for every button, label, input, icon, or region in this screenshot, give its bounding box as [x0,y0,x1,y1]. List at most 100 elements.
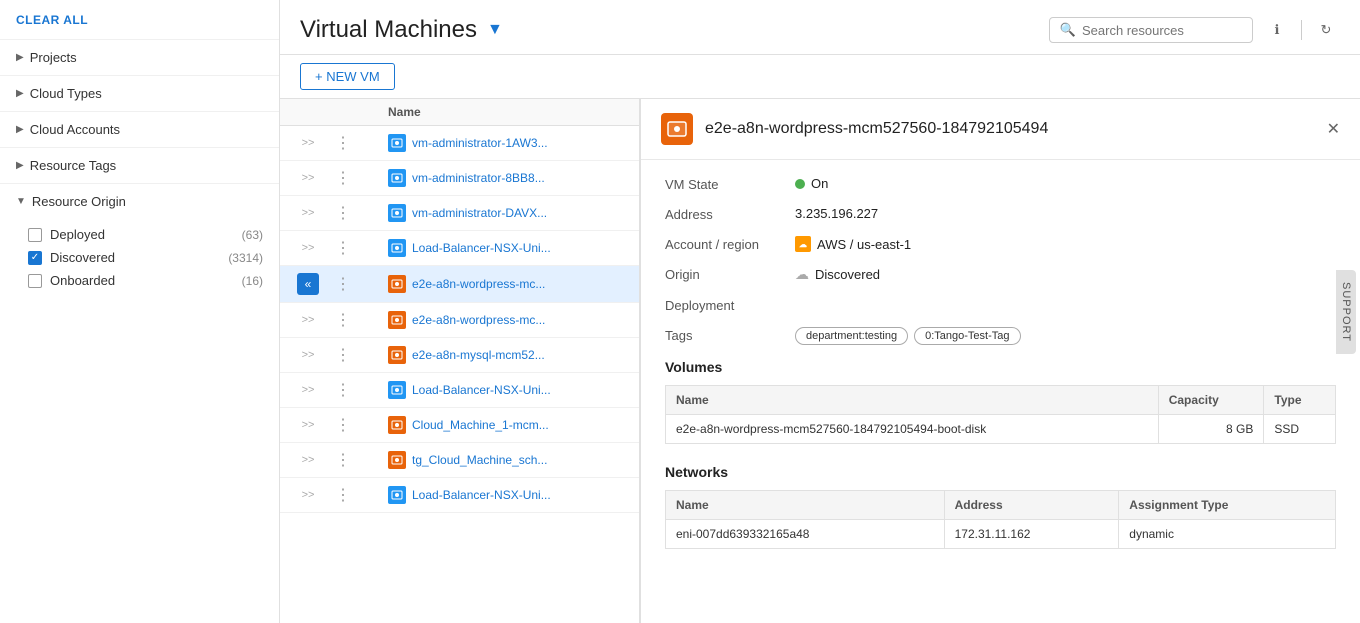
selected-arrow-icon: « [297,273,319,295]
search-input[interactable] [1082,23,1242,38]
expand-button[interactable]: >> [288,454,328,466]
vm-list-header: Name [280,99,639,126]
chevron-icon: ▶ [16,52,24,63]
table-row[interactable]: >>⋮vm-administrator-1AW3... [280,126,639,161]
origin-label: Origin [665,266,795,282]
sidebar-section-header-cloud-types[interactable]: ▶ Cloud Types [0,76,279,111]
filter-checkbox[interactable] [28,228,42,242]
more-options-button[interactable]: ⋮ [328,238,358,258]
more-options-button[interactable]: ⋮ [328,168,358,188]
more-options-button[interactable]: ⋮ [328,485,358,505]
table-row[interactable]: >> ⋮ e2e-a8n-wordpress-mc... [280,303,639,338]
table-row[interactable]: «⋮e2e-a8n-wordpress-mc... [280,266,639,303]
volume-name: e2e-a8n-wordpress-mcm527560-184792105494… [666,415,1159,444]
sidebar-section-header-resource-origin[interactable]: ▼ Resource Origin [0,184,279,219]
filter-icon[interactable]: ▼ [487,21,503,39]
sidebar-section-resource-origin: ▼ Resource Origin Deployed (63) Discover… [0,183,279,302]
table-row[interactable]: >>⋮Load-Balancer-NSX-Uni... [280,478,639,513]
chevron-icon: ▼ [16,196,26,207]
sidebar: CLEAR ALL ▶ Projects ▶ Cloud Types ▶ Clo… [0,0,280,623]
vm-row-name: tg_Cloud_Machine_sch... [388,451,631,469]
vm-list-body: >>⋮vm-administrator-1AW3...>>⋮vm-adminis… [280,126,639,623]
vm-type-icon [388,204,406,222]
table-row[interactable]: >>⋮Load-Balancer-NSX-Uni... [280,231,639,266]
page-title: Virtual Machines [300,16,477,44]
table-row[interactable]: >>⋮ vm-administrator-DAVX... [280,196,639,231]
expand-button[interactable]: >> [288,137,328,149]
expand-button[interactable]: >> [288,419,328,431]
networks-title: Networks [665,464,1336,480]
filter-item-left: Deployed [28,227,105,242]
expand-arrows-icon: >> [302,349,315,361]
vm-type-icon [388,451,406,469]
vm-row-name: Cloud_Machine_1-mcm... [388,416,631,434]
expand-arrows-icon: >> [302,489,315,501]
vm-type-icon [388,416,406,434]
origin-row: Origin ☁ Discovered [665,266,1336,283]
table-row[interactable]: >>⋮ vm-administrator-8BB8... [280,161,639,196]
filter-checkbox[interactable] [28,251,42,265]
more-options-button[interactable]: ⋮ [328,345,358,365]
deployment-label: Deployment [665,297,795,313]
filter-checkbox[interactable] [28,274,42,288]
more-options-button[interactable]: ⋮ [328,380,358,400]
more-options-button[interactable]: ⋮ [328,274,358,294]
table-row[interactable]: >>⋮e2e-a8n-mysql-mcm52... [280,338,639,373]
status-dot [795,179,805,189]
filter-item-left: Discovered [28,250,115,265]
chevron-icon: ▶ [16,160,24,171]
search-box: 🔍 [1049,17,1253,43]
sidebar-section-body-resource-origin: Deployed (63) Discovered (3314) Onboarde… [0,219,279,302]
header-right: 🔍 ℹ ↻ [1049,16,1340,44]
sidebar-section-label: Resource Tags [30,158,116,173]
table-row[interactable]: >>⋮Load-Balancer-NSX-Uni... [280,373,639,408]
support-tab[interactable]: SUPPORT [1336,270,1356,354]
more-options-button[interactable]: ⋮ [328,203,358,223]
network-address: 172.31.11.162 [944,520,1119,549]
main-area: Virtual Machines ▼ 🔍 ℹ ↻ + NEW VM Name [280,0,1360,623]
deployment-row: Deployment [665,297,1336,313]
close-button[interactable]: ✕ [1327,119,1340,139]
expand-button[interactable]: >> [288,207,328,219]
networks-col-assignment: Assignment Type [1119,491,1336,520]
expand-button[interactable]: >> [288,349,328,361]
sidebar-section-cloud-types: ▶ Cloud Types [0,75,279,111]
detail-panel-header: e2e-a8n-wordpress-mcm527560-184792105494… [641,99,1360,160]
table-row[interactable]: >>⋮ Cloud_Machine_1-mcm... [280,408,639,443]
new-vm-button[interactable]: + NEW VM [300,63,395,90]
expand-button[interactable]: >> [288,172,328,184]
expand-button[interactable]: >> [288,384,328,396]
more-options-button[interactable]: ⋮ [328,310,358,330]
page-title-area: Virtual Machines ▼ [300,16,503,44]
refresh-button[interactable]: ↻ [1312,16,1340,44]
chevron-icon: ▶ [16,124,24,135]
tags-label: Tags [665,327,795,343]
vm-row-name: vm-administrator-8BB8... [388,169,631,187]
expand-button[interactable]: >> [288,489,328,501]
vm-row-name: e2e-a8n-wordpress-mc... [388,311,631,329]
filter-label: Discovered [50,250,115,265]
info-button[interactable]: ℹ [1263,16,1291,44]
filter-count: (63) [242,228,263,242]
sidebar-section-header-resource-tags[interactable]: ▶ Resource Tags [0,148,279,183]
expand-arrows-icon: >> [302,314,315,326]
sidebar-section-header-cloud-accounts[interactable]: ▶ Cloud Accounts [0,112,279,147]
more-options-button[interactable]: ⋮ [328,450,358,470]
account-region-row: Account / region ☁ AWS / us-east-1 [665,236,1336,252]
vm-row-name: vm-administrator-DAVX... [388,204,631,222]
table-row[interactable]: >>⋮ tg_Cloud_Machine_sch... [280,443,639,478]
more-options-button[interactable]: ⋮ [328,133,358,153]
clear-all-button[interactable]: CLEAR ALL [16,13,88,27]
search-icon: 🔍 [1060,22,1076,38]
expand-button[interactable]: >> [288,314,328,326]
chevron-icon: ▶ [16,88,24,99]
filter-count: (16) [242,274,263,288]
more-options-button[interactable]: ⋮ [328,415,358,435]
expand-button[interactable]: >> [288,242,328,254]
sidebar-section-resource-tags: ▶ Resource Tags [0,147,279,183]
sidebar-section-header-projects[interactable]: ▶ Projects [0,40,279,75]
volumes-table: Name Capacity Type e2e-a8n-wordpress-mcm… [665,385,1336,444]
expand-button[interactable]: « [288,273,328,295]
sidebar-section-label: Cloud Types [30,86,102,101]
vm-type-icon [388,275,406,293]
